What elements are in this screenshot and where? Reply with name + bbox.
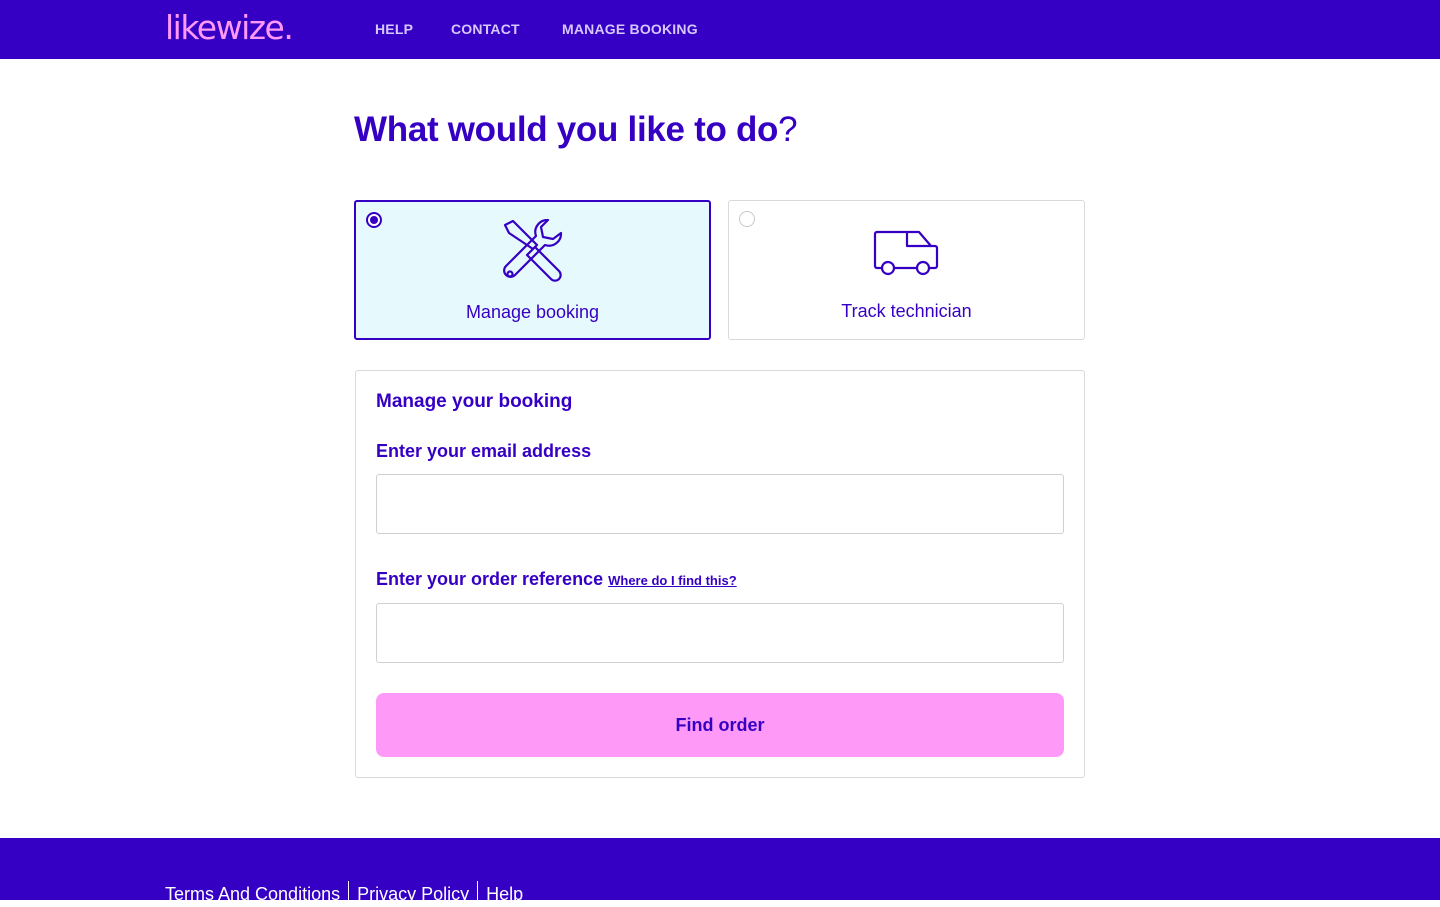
footer-links: Terms And Conditions Privacy Policy Help xyxy=(165,881,523,907)
van-icon xyxy=(873,230,938,276)
form-title: Manage your booking xyxy=(376,391,573,412)
manage-booking-form-panel: Manage your booking Enter your email add… xyxy=(355,370,1085,778)
option-track-technician-radio[interactable] xyxy=(739,211,755,227)
option-track-technician-label: Track technician xyxy=(841,301,972,321)
order-reference-field-label: Enter your order reference Where do I fi… xyxy=(376,568,737,592)
page-title: What would you like to do? xyxy=(354,108,798,152)
nav-help-link[interactable]: HELP xyxy=(375,20,413,38)
find-order-button[interactable]: Find order xyxy=(376,693,1064,757)
nav-manage-booking-link[interactable]: MANAGE BOOKING xyxy=(562,20,698,38)
footer-privacy-link[interactable]: Privacy Policy xyxy=(357,883,469,905)
email-field-label: Enter your email address xyxy=(376,441,592,461)
option-manage-booking-label: Manage booking xyxy=(465,302,600,322)
footer-terms-link[interactable]: Terms And Conditions xyxy=(165,883,340,905)
tools-icon xyxy=(502,219,562,282)
option-manage-booking-card[interactable]: Manage booking xyxy=(354,200,711,340)
likewize-logo[interactable]: likewize. xyxy=(165,8,294,48)
option-manage-booking-radio[interactable] xyxy=(366,212,382,228)
page-title-text: What would you like to do xyxy=(354,110,779,149)
where-do-i-find-this-link[interactable]: Where do I find this? xyxy=(608,573,737,588)
order-reference-label-text: Enter your order reference xyxy=(376,569,604,589)
footer-divider xyxy=(477,881,479,907)
footer-help-link[interactable]: Help xyxy=(486,883,523,905)
option-track-technician-card[interactable]: Track technician xyxy=(728,200,1085,340)
top-navigation-bar: likewize. HELP CONTACT MANAGE BOOKING xyxy=(0,0,1440,59)
footer-divider xyxy=(348,881,350,907)
page-title-question-mark: ? xyxy=(778,110,798,149)
footer: Terms And Conditions Privacy Policy Help xyxy=(0,838,1440,907)
email-field[interactable] xyxy=(376,474,1064,534)
nav-contact-link[interactable]: CONTACT xyxy=(451,20,520,38)
order-reference-field[interactable] xyxy=(376,603,1064,663)
